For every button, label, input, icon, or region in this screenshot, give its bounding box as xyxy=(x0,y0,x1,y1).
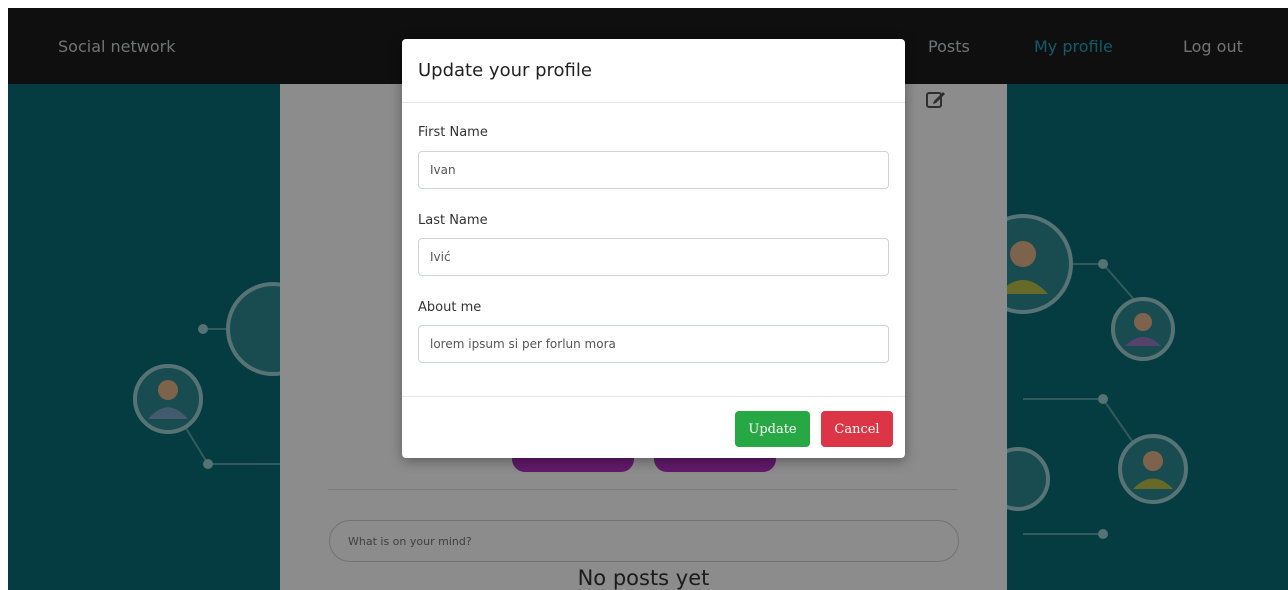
last-name-label: Last Name xyxy=(418,213,488,228)
about-me-label: About me xyxy=(418,300,482,315)
update-button[interactable]: Update xyxy=(735,411,810,447)
modal-title: Update your profile xyxy=(418,60,592,81)
last-name-input[interactable] xyxy=(418,238,889,276)
about-me-input[interactable] xyxy=(418,325,889,363)
modal-header: Update your profile xyxy=(402,39,905,103)
first-name-label: First Name xyxy=(418,125,488,140)
first-name-input[interactable] xyxy=(418,151,889,189)
cancel-button[interactable]: Cancel xyxy=(821,411,893,447)
update-profile-modal: Update your profile First Name Last Name… xyxy=(402,39,905,458)
app-window: Social network Posts My profile Log out xyxy=(8,8,1288,590)
modal-footer: Update Cancel xyxy=(402,396,905,458)
